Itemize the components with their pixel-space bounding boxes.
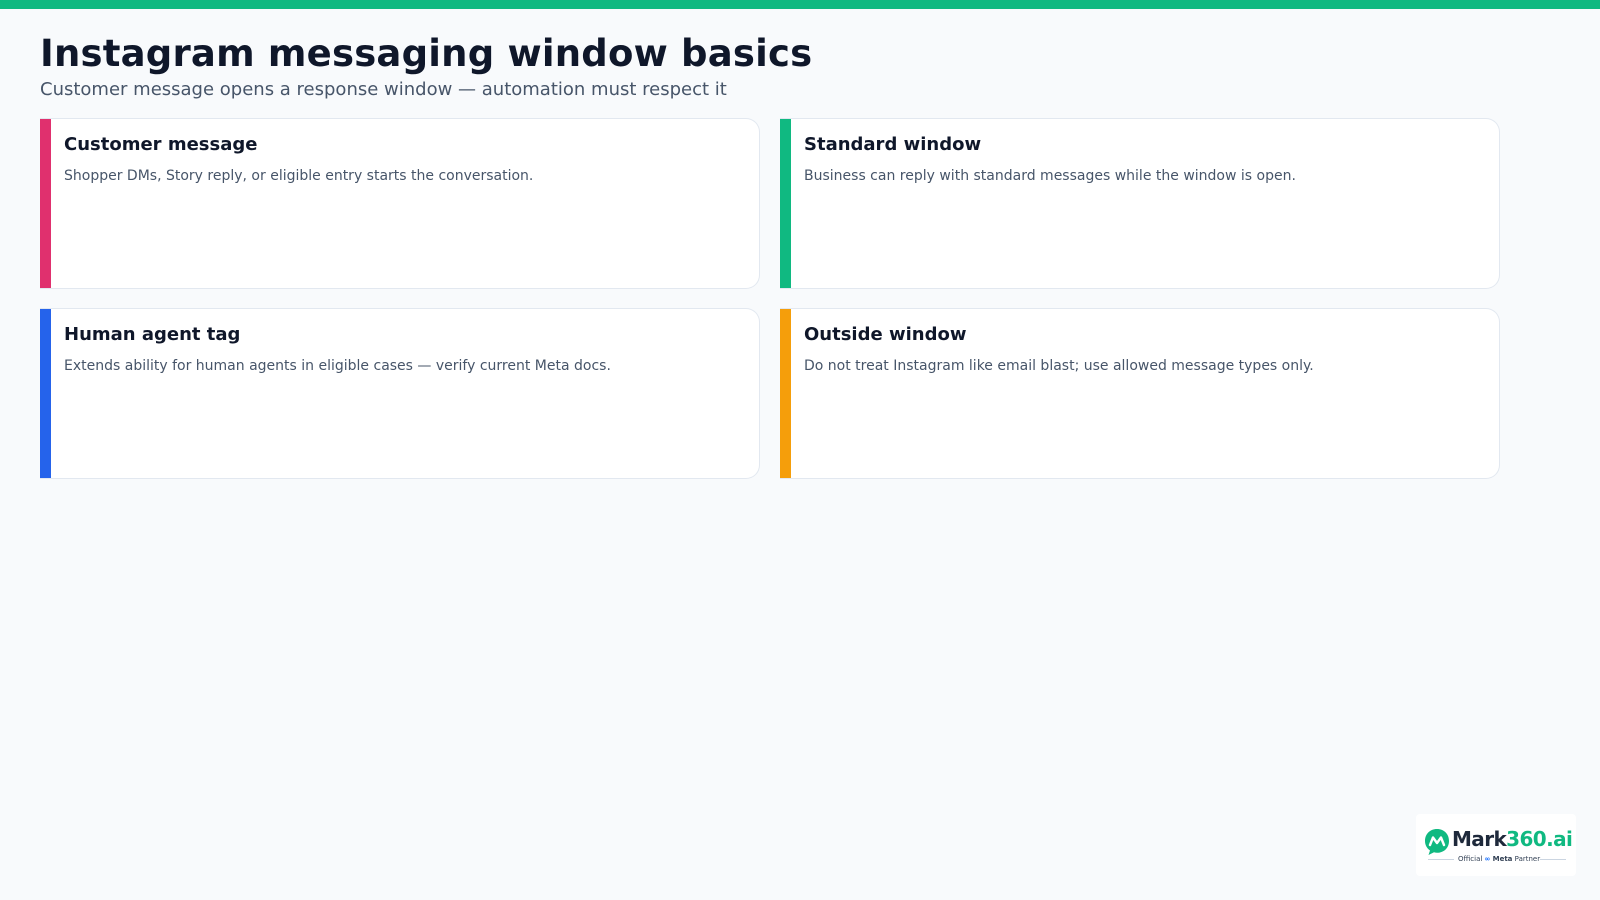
card-standard-window: Standard window Business can reply with … [780,118,1500,289]
card-body: Shopper DMs, Story reply, or eligible en… [64,168,534,184]
logo-rule-right [1540,859,1566,860]
logo-tagline: Official ∞ Meta Partner [1458,855,1541,863]
chat-bubble-logo-icon [1425,829,1449,855]
card-title: Standard window [804,134,982,155]
card-grid: Customer message Shopper DMs, Story repl… [40,118,1500,479]
card-accent-stripe [40,119,51,288]
top-accent-bar [0,0,1600,9]
logo-wordmark: Mark360.ai [1452,827,1573,851]
logo-rule-left [1428,859,1454,860]
card-accent-stripe [40,309,51,478]
card-accent-stripe [780,119,791,288]
card-body: Business can reply with standard message… [804,168,1296,184]
page-subtitle: Customer message opens a response window… [40,79,727,100]
card-customer-message: Customer message Shopper DMs, Story repl… [40,118,760,289]
card-title: Human agent tag [64,324,241,345]
card-human-agent-tag: Human agent tag Extends ability for huma… [40,308,760,479]
card-body: Do not treat Instagram like email blast;… [804,358,1314,374]
card-outside-window: Outside window Do not treat Instagram li… [780,308,1500,479]
page-title: Instagram messaging window basics [40,32,813,75]
card-body: Extends ability for human agents in elig… [64,358,611,374]
mark360-logo: Mark360.ai Official ∞ Meta Partner [1416,814,1576,876]
card-title: Outside window [804,324,967,345]
meta-infinity-icon: ∞ [1484,855,1491,863]
card-accent-stripe [780,309,791,478]
card-title: Customer message [64,134,258,155]
